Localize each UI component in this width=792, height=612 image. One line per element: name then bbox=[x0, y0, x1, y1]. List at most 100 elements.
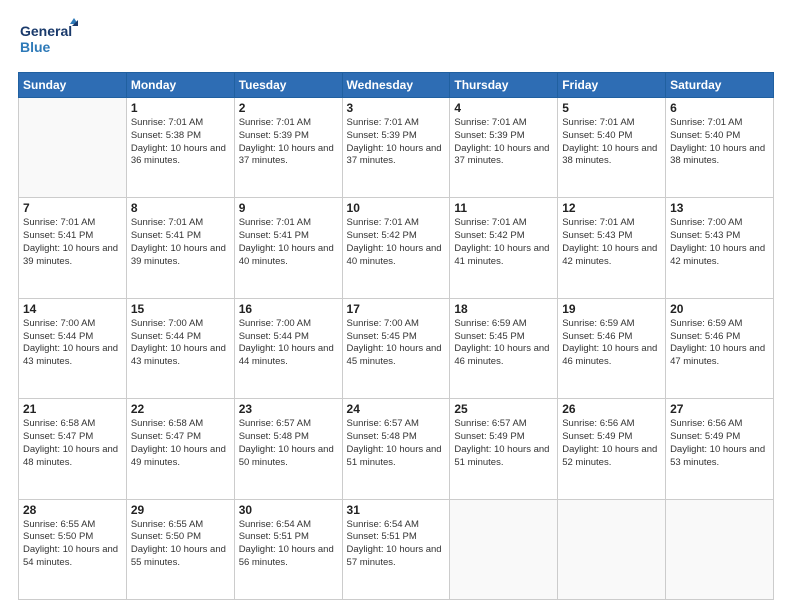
day-cell: 9 Sunrise: 7:01 AM Sunset: 5:41 PM Daylig… bbox=[234, 198, 342, 298]
day-info: Sunrise: 6:57 AM Sunset: 5:48 PM Dayligh… bbox=[239, 418, 338, 469]
day-number: 30 bbox=[239, 503, 338, 517]
day-info: Sunrise: 7:01 AM Sunset: 5:39 PM Dayligh… bbox=[454, 117, 553, 168]
day-info: Sunrise: 6:59 AM Sunset: 5:46 PM Dayligh… bbox=[562, 318, 661, 369]
day-info: Sunrise: 6:59 AM Sunset: 5:45 PM Dayligh… bbox=[454, 318, 553, 369]
day-number: 19 bbox=[562, 302, 661, 316]
day-cell: 14 Sunrise: 7:00 AM Sunset: 5:44 PM Dayli… bbox=[19, 298, 127, 398]
day-number: 10 bbox=[347, 201, 446, 215]
day-cell: 18 Sunrise: 6:59 AM Sunset: 5:45 PM Dayli… bbox=[450, 298, 558, 398]
day-cell: 15 Sunrise: 7:00 AM Sunset: 5:44 PM Dayli… bbox=[126, 298, 234, 398]
weekday-header-monday: Monday bbox=[126, 73, 234, 98]
day-info: Sunrise: 6:55 AM Sunset: 5:50 PM Dayligh… bbox=[131, 519, 230, 570]
header: General Blue bbox=[18, 18, 774, 62]
day-info: Sunrise: 7:00 AM Sunset: 5:43 PM Dayligh… bbox=[670, 217, 769, 268]
weekday-header-row: SundayMondayTuesdayWednesdayThursdayFrid… bbox=[19, 73, 774, 98]
week-row-1: 1Sunrise: 7:01 AM Sunset: 5:38 PM Daylig… bbox=[19, 98, 774, 198]
day-number: 16 bbox=[239, 302, 338, 316]
day-number: 20 bbox=[670, 302, 769, 316]
day-cell: 1Sunrise: 7:01 AM Sunset: 5:38 PM Daylig… bbox=[126, 98, 234, 198]
day-number: 24 bbox=[347, 402, 446, 416]
day-cell: 13 Sunrise: 7:00 AM Sunset: 5:43 PM Dayli… bbox=[666, 198, 774, 298]
day-number: 18 bbox=[454, 302, 553, 316]
day-info: Sunrise: 6:58 AM Sunset: 5:47 PM Dayligh… bbox=[131, 418, 230, 469]
logo-svg: General Blue bbox=[18, 18, 78, 62]
day-cell: 29 Sunrise: 6:55 AM Sunset: 5:50 PM Dayli… bbox=[126, 499, 234, 599]
day-cell bbox=[19, 98, 127, 198]
day-number: 13 bbox=[670, 201, 769, 215]
day-number: 7 bbox=[23, 201, 122, 215]
weekday-header-thursday: Thursday bbox=[450, 73, 558, 98]
day-info: Sunrise: 7:01 AM Sunset: 5:38 PM Dayligh… bbox=[131, 117, 230, 168]
weekday-header-tuesday: Tuesday bbox=[234, 73, 342, 98]
day-info: Sunrise: 7:01 AM Sunset: 5:42 PM Dayligh… bbox=[347, 217, 446, 268]
weekday-header-saturday: Saturday bbox=[666, 73, 774, 98]
day-cell: 3 Sunrise: 7:01 AM Sunset: 5:39 PM Daylig… bbox=[342, 98, 450, 198]
day-cell: 21 Sunrise: 6:58 AM Sunset: 5:47 PM Dayli… bbox=[19, 399, 127, 499]
day-cell: 4 Sunrise: 7:01 AM Sunset: 5:39 PM Daylig… bbox=[450, 98, 558, 198]
day-cell: 8Sunrise: 7:01 AM Sunset: 5:41 PM Daylig… bbox=[126, 198, 234, 298]
day-number: 5 bbox=[562, 101, 661, 115]
day-info: Sunrise: 7:00 AM Sunset: 5:45 PM Dayligh… bbox=[347, 318, 446, 369]
day-number: 29 bbox=[131, 503, 230, 517]
week-row-2: 7 Sunrise: 7:01 AM Sunset: 5:41 PM Daylig… bbox=[19, 198, 774, 298]
day-number: 31 bbox=[347, 503, 446, 517]
day-cell: 22 Sunrise: 6:58 AM Sunset: 5:47 PM Dayli… bbox=[126, 399, 234, 499]
day-info: Sunrise: 6:54 AM Sunset: 5:51 PM Dayligh… bbox=[239, 519, 338, 570]
week-row-5: 28 Sunrise: 6:55 AM Sunset: 5:50 PM Dayli… bbox=[19, 499, 774, 599]
day-cell: 10 Sunrise: 7:01 AM Sunset: 5:42 PM Dayli… bbox=[342, 198, 450, 298]
svg-text:Blue: Blue bbox=[20, 39, 51, 55]
day-number: 4 bbox=[454, 101, 553, 115]
day-info: Sunrise: 7:01 AM Sunset: 5:39 PM Dayligh… bbox=[347, 117, 446, 168]
weekday-header-wednesday: Wednesday bbox=[342, 73, 450, 98]
day-cell: 19 Sunrise: 6:59 AM Sunset: 5:46 PM Dayli… bbox=[558, 298, 666, 398]
day-number: 14 bbox=[23, 302, 122, 316]
day-cell: 11Sunrise: 7:01 AM Sunset: 5:42 PM Dayli… bbox=[450, 198, 558, 298]
day-cell: 2 Sunrise: 7:01 AM Sunset: 5:39 PM Daylig… bbox=[234, 98, 342, 198]
day-cell: 12 Sunrise: 7:01 AM Sunset: 5:43 PM Dayli… bbox=[558, 198, 666, 298]
day-info: Sunrise: 7:00 AM Sunset: 5:44 PM Dayligh… bbox=[131, 318, 230, 369]
day-cell: 23Sunrise: 6:57 AM Sunset: 5:48 PM Dayli… bbox=[234, 399, 342, 499]
day-cell bbox=[450, 499, 558, 599]
page: General Blue SundayMondayTuesdayWednesda… bbox=[0, 0, 792, 612]
day-info: Sunrise: 7:01 AM Sunset: 5:41 PM Dayligh… bbox=[239, 217, 338, 268]
day-number: 2 bbox=[239, 101, 338, 115]
day-info: Sunrise: 7:01 AM Sunset: 5:40 PM Dayligh… bbox=[670, 117, 769, 168]
day-number: 21 bbox=[23, 402, 122, 416]
day-cell bbox=[666, 499, 774, 599]
day-info: Sunrise: 7:00 AM Sunset: 5:44 PM Dayligh… bbox=[23, 318, 122, 369]
day-info: Sunrise: 7:01 AM Sunset: 5:40 PM Dayligh… bbox=[562, 117, 661, 168]
day-cell: 24Sunrise: 6:57 AM Sunset: 5:48 PM Dayli… bbox=[342, 399, 450, 499]
weekday-header-friday: Friday bbox=[558, 73, 666, 98]
day-cell: 30 Sunrise: 6:54 AM Sunset: 5:51 PM Dayli… bbox=[234, 499, 342, 599]
day-number: 6 bbox=[670, 101, 769, 115]
calendar-table: SundayMondayTuesdayWednesdayThursdayFrid… bbox=[18, 72, 774, 600]
week-row-4: 21 Sunrise: 6:58 AM Sunset: 5:47 PM Dayli… bbox=[19, 399, 774, 499]
day-info: Sunrise: 7:01 AM Sunset: 5:43 PM Dayligh… bbox=[562, 217, 661, 268]
week-row-3: 14 Sunrise: 7:00 AM Sunset: 5:44 PM Dayli… bbox=[19, 298, 774, 398]
day-number: 3 bbox=[347, 101, 446, 115]
day-cell: 7 Sunrise: 7:01 AM Sunset: 5:41 PM Daylig… bbox=[19, 198, 127, 298]
day-number: 17 bbox=[347, 302, 446, 316]
day-info: Sunrise: 6:55 AM Sunset: 5:50 PM Dayligh… bbox=[23, 519, 122, 570]
day-info: Sunrise: 7:01 AM Sunset: 5:39 PM Dayligh… bbox=[239, 117, 338, 168]
day-info: Sunrise: 6:59 AM Sunset: 5:46 PM Dayligh… bbox=[670, 318, 769, 369]
day-info: Sunrise: 6:54 AM Sunset: 5:51 PM Dayligh… bbox=[347, 519, 446, 570]
day-cell: 16 Sunrise: 7:00 AM Sunset: 5:44 PM Dayli… bbox=[234, 298, 342, 398]
day-info: Sunrise: 6:58 AM Sunset: 5:47 PM Dayligh… bbox=[23, 418, 122, 469]
day-number: 12 bbox=[562, 201, 661, 215]
day-number: 9 bbox=[239, 201, 338, 215]
weekday-header-sunday: Sunday bbox=[19, 73, 127, 98]
day-info: Sunrise: 7:00 AM Sunset: 5:44 PM Dayligh… bbox=[239, 318, 338, 369]
day-number: 11 bbox=[454, 201, 553, 215]
day-info: Sunrise: 7:01 AM Sunset: 5:41 PM Dayligh… bbox=[23, 217, 122, 268]
day-cell: 27Sunrise: 6:56 AM Sunset: 5:49 PM Dayli… bbox=[666, 399, 774, 499]
day-cell: 31 Sunrise: 6:54 AM Sunset: 5:51 PM Dayli… bbox=[342, 499, 450, 599]
day-cell: 25Sunrise: 6:57 AM Sunset: 5:49 PM Dayli… bbox=[450, 399, 558, 499]
day-cell: 20 Sunrise: 6:59 AM Sunset: 5:46 PM Dayli… bbox=[666, 298, 774, 398]
day-info: Sunrise: 6:56 AM Sunset: 5:49 PM Dayligh… bbox=[562, 418, 661, 469]
day-number: 15 bbox=[131, 302, 230, 316]
day-cell: 17 Sunrise: 7:00 AM Sunset: 5:45 PM Dayli… bbox=[342, 298, 450, 398]
day-number: 28 bbox=[23, 503, 122, 517]
day-cell: 26Sunrise: 6:56 AM Sunset: 5:49 PM Dayli… bbox=[558, 399, 666, 499]
day-number: 22 bbox=[131, 402, 230, 416]
